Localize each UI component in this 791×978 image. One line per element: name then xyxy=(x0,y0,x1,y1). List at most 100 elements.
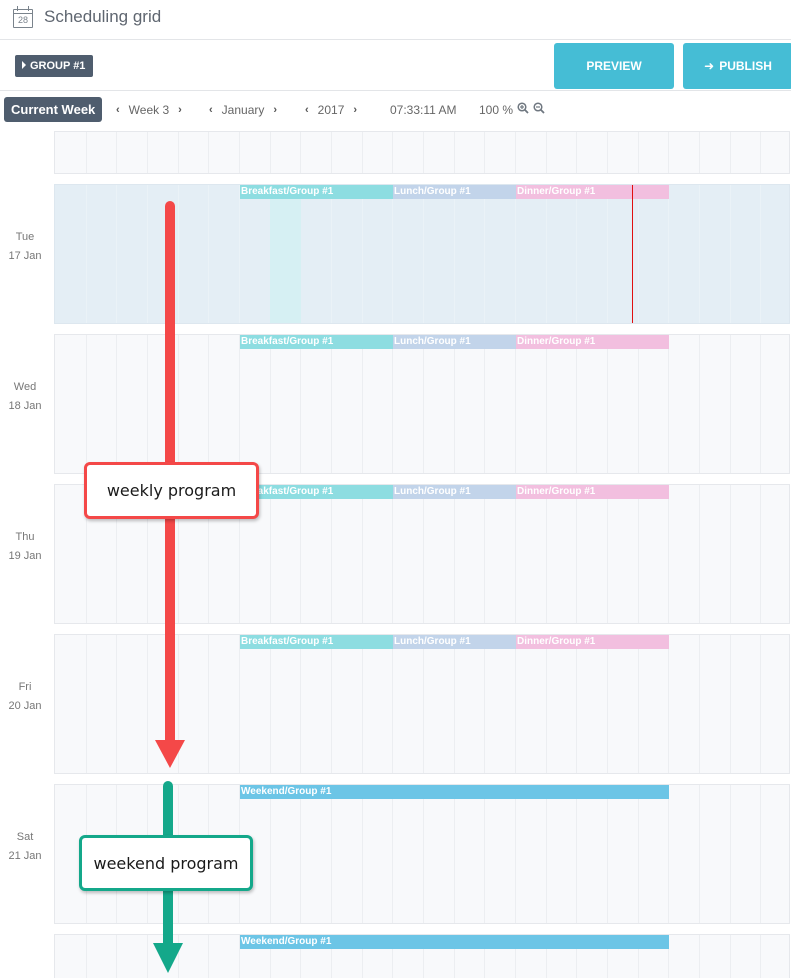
hour-gridline xyxy=(239,785,240,923)
hour-gridline xyxy=(607,132,608,173)
hour-gridline xyxy=(147,335,148,473)
prev-month-chevron-icon[interactable]: ‹ xyxy=(209,104,213,116)
day-row-thu[interactable]: Breakfast/Group #1 Lunch/Group #1 Dinner/G… xyxy=(54,484,790,624)
day-label: Fri 20 Jan xyxy=(0,678,50,716)
prev-year-chevron-icon[interactable]: ‹ xyxy=(305,104,309,116)
calendar-icon-number: 28 xyxy=(17,15,28,25)
hour-gridline xyxy=(208,485,209,623)
hour-gridline xyxy=(546,635,547,773)
hour-gridline xyxy=(576,785,577,923)
hour-gridline xyxy=(760,785,761,923)
hour-gridline xyxy=(331,785,332,923)
hour-gridline xyxy=(515,785,516,923)
publish-label: PUBLISH xyxy=(719,59,772,73)
hour-gridline xyxy=(423,185,424,323)
day-weekday: Sat xyxy=(16,831,34,843)
next-week-chevron-icon[interactable]: › xyxy=(178,104,182,116)
hour-gridline xyxy=(331,132,332,173)
event-bar[interactable]: Breakfast/Group #1 xyxy=(240,335,393,349)
day-row-wed[interactable]: Breakfast/Group #1 Lunch/Group #1 Dinner/G… xyxy=(54,334,790,474)
hour-gridline xyxy=(730,635,731,773)
zoom-out-icon[interactable] xyxy=(533,102,545,114)
hour-gridline xyxy=(86,935,87,978)
prev-week-chevron-icon[interactable]: ‹ xyxy=(116,104,120,116)
hour-gridline xyxy=(546,185,547,323)
event-bar[interactable]: Weekend/Group #1 xyxy=(240,935,669,949)
hour-gridline xyxy=(730,485,731,623)
publish-button[interactable]: ➜ PUBLISH xyxy=(683,43,791,89)
day-label: Sat 21 Jan xyxy=(0,828,50,866)
hour-gridline xyxy=(423,485,424,623)
month-navigator: ‹ January › xyxy=(209,103,277,117)
hour-gridline xyxy=(760,635,761,773)
day-row-sat[interactable]: Weekend/Group #1 xyxy=(54,784,790,924)
hour-gridline xyxy=(300,485,301,623)
event-bar[interactable]: Breakfast/Group #1 xyxy=(240,485,393,499)
event-bar[interactable]: Lunch/Group #1 xyxy=(393,485,516,499)
group-selector-button[interactable]: GROUP #1 xyxy=(15,55,94,77)
zoom-in-icon[interactable] xyxy=(517,102,529,114)
event-bar[interactable]: Lunch/Group #1 xyxy=(393,335,516,349)
hour-gridline xyxy=(239,635,240,773)
hour-gridline xyxy=(331,335,332,473)
title-bar: 28 Scheduling grid xyxy=(0,0,791,40)
hour-gridline xyxy=(392,335,393,473)
hour-gridline xyxy=(116,132,117,173)
hour-gridline xyxy=(515,635,516,773)
hour-gridline xyxy=(270,132,271,173)
hour-gridline xyxy=(86,485,87,623)
hour-gridline xyxy=(638,132,639,173)
event-bar[interactable]: Breakfast/Group #1 xyxy=(240,635,393,649)
event-bar[interactable]: Breakfast/Group #1 xyxy=(240,185,393,199)
hour-gridline xyxy=(699,185,700,323)
hour-gridline xyxy=(362,485,363,623)
hour-gridline xyxy=(576,485,577,623)
day-row-tue[interactable]: Breakfast/Group #1 Lunch/Group #1 Dinner/G… xyxy=(54,184,790,324)
event-bar[interactable]: Dinner/Group #1 xyxy=(516,335,669,349)
next-month-chevron-icon[interactable]: › xyxy=(273,104,277,116)
event-bar[interactable]: Weekend/Group #1 xyxy=(240,785,669,799)
hour-gridline xyxy=(730,335,731,473)
event-bar[interactable]: Lunch/Group #1 xyxy=(393,635,516,649)
hour-gridline xyxy=(546,132,547,173)
current-week-button[interactable]: Current Week xyxy=(4,97,103,122)
hour-gridline xyxy=(576,132,577,173)
day-date: 18 Jan xyxy=(8,400,42,412)
hour-gridline xyxy=(362,185,363,323)
hour-gridline xyxy=(86,785,87,923)
hour-gridline xyxy=(638,785,639,923)
hour-gridline xyxy=(515,485,516,623)
day-row-fri[interactable]: Breakfast/Group #1 Lunch/Group #1 Dinner/G… xyxy=(54,634,790,774)
hour-gridline xyxy=(300,132,301,173)
hour-gridline xyxy=(300,335,301,473)
hour-gridline xyxy=(668,635,669,773)
hour-gridline xyxy=(178,132,179,173)
day-date: 21 Jan xyxy=(8,850,42,862)
next-year-chevron-icon[interactable]: › xyxy=(353,104,357,116)
hour-gridline xyxy=(362,335,363,473)
event-bar[interactable]: Dinner/Group #1 xyxy=(516,635,669,649)
hour-gridline xyxy=(86,185,87,323)
event-bar[interactable]: Lunch/Group #1 xyxy=(393,185,516,199)
hour-gridline xyxy=(484,785,485,923)
preview-button[interactable]: PREVIEW xyxy=(554,43,674,89)
day-row-partial[interactable]: Weekend/Group #1 xyxy=(54,934,790,978)
hour-gridline xyxy=(300,635,301,773)
hour-gridline xyxy=(760,335,761,473)
hour-gridline xyxy=(178,785,179,923)
hour-gridline xyxy=(699,335,700,473)
hour-gridline xyxy=(116,785,117,923)
day-date: 20 Jan xyxy=(8,700,42,712)
hour-gridline xyxy=(546,335,547,473)
hour-gridline xyxy=(638,335,639,473)
day-row-partial[interactable] xyxy=(54,131,790,174)
hour-gridline xyxy=(730,132,731,173)
hour-gridline xyxy=(423,132,424,173)
hour-gridline xyxy=(576,185,577,323)
day-label: Wed 18 Jan xyxy=(0,378,50,416)
day-weekday: Fri xyxy=(18,681,32,693)
event-bar[interactable]: Dinner/Group #1 xyxy=(516,485,669,499)
event-bar[interactable]: Dinner/Group #1 xyxy=(516,185,669,199)
hour-gridline xyxy=(454,185,455,323)
hour-gridline xyxy=(699,635,700,773)
